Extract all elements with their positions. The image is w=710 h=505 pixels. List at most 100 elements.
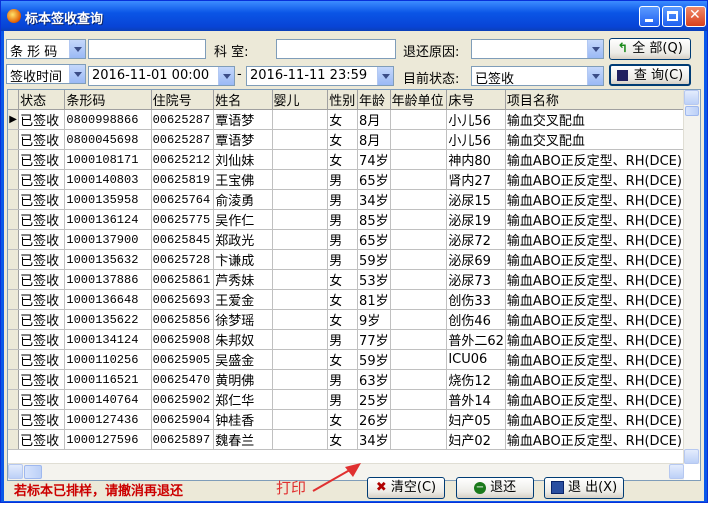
table-cell: 输血ABO正反定型、RH(DCE) [505,409,684,430]
all-button-label: 全 部(Q) [632,41,683,56]
scroll-down-button[interactable] [684,449,699,464]
all-button[interactable]: ↰ 全 部(Q) [609,38,691,60]
date-to-picker[interactable]: 2016-11-11 23:59 [246,66,394,86]
query-button[interactable]: 查 询(C) [609,64,691,86]
table-row[interactable]: 已签收 1000134124 00625908 朱邦奴 男 77岁 普外二62 输血ABO正反… [8,329,700,350]
row-indicator[interactable] [8,329,20,350]
chevron-down-icon[interactable] [69,40,85,58]
table-cell: 1000135958 [64,189,152,210]
exit-button[interactable]: 退 出(X) [544,477,624,499]
table-row[interactable]: 已签收 1000108171 00625212 刘仙妹 女 74岁 神内80 输血ABO正反定… [8,149,700,170]
column-header[interactable]: 性别 [327,90,359,110]
status-select[interactable]: 已签收 [471,66,604,86]
column-header[interactable]: 项目名称 [505,90,684,110]
table-cell: 1000116521 [64,369,152,390]
table-row[interactable]: 已签收 1000135632 00625728 卞谦成 男 59岁 泌尿69 输血ABO正反定… [8,249,700,270]
scroll-up-button[interactable] [684,90,699,105]
table-cell: 00625470 [151,369,215,390]
column-header[interactable]: 年龄 [357,90,391,110]
chevron-down-icon[interactable] [587,67,603,85]
table-row[interactable]: 已签收 1000137886 00625861 芦秀妹 女 53岁 泌尿73 输血ABO正反定… [8,269,700,290]
table-cell: 女 [327,309,359,330]
table-cell [272,289,329,310]
table-cell: 74岁 [357,149,391,170]
table-cell: 小儿56 [446,129,506,150]
table-row[interactable]: 已签收 1000135622 00625856 徐梦瑶 女 9岁 创伤46 输血ABO正反定型… [8,309,700,330]
return-button[interactable]: − 退还 [456,477,534,499]
barcode-type-select[interactable]: 条 形 码 [6,39,86,59]
row-indicator[interactable] [8,429,20,450]
row-indicator[interactable] [8,309,20,330]
date-from-picker[interactable]: 2016-11-01 00:00 [88,66,235,86]
column-header[interactable]: 年龄单位 [390,90,448,110]
column-header[interactable]: 条形码 [64,90,152,110]
app-icon [7,9,21,23]
vertical-scroll-thumb[interactable] [685,106,699,116]
minimize-button[interactable] [639,6,660,27]
chevron-down-icon[interactable] [377,67,393,85]
row-indicator[interactable] [8,389,20,410]
column-header[interactable]: 婴儿 [272,90,329,110]
minus-circle-icon: − [473,481,486,494]
return-reason-select[interactable] [471,39,604,59]
column-header[interactable]: 床号 [446,90,506,110]
row-indicator[interactable] [8,189,20,210]
table-cell: 男 [327,209,359,230]
table-row[interactable]: 已签收 1000127436 00625904 钟桂香 女 26岁 妇产05 输血ABO正反定… [8,409,700,430]
table-cell: 烧伤12 [446,369,506,390]
row-indicator[interactable] [8,369,20,390]
time-type-select[interactable]: 签收时间 [6,64,86,84]
table-cell: 吴作仁 [213,209,273,230]
table-cell: 女 [327,289,359,310]
results-grid[interactable]: 状态条形码住院号姓名婴儿性别年龄年龄单位床号项目名称金 ▶已签收08009988… [7,89,701,481]
table-cell: 00625693 [151,289,215,310]
table-row[interactable]: 已签收 1000110256 00625905 吴盛金 女 59岁 ICU06 输血ABO正反… [8,349,700,370]
row-indicator[interactable] [8,129,20,150]
table-row[interactable]: 已签收 1000140803 00625819 王宝佛 男 65岁 肾内27 输血ABO正反定… [8,169,700,190]
table-row[interactable]: ▶已签收080099886600625287覃语梦女8月小儿56输血交叉配血0 [8,109,700,130]
table-row[interactable]: 已签收 1000116521 00625470 黄明佛 男 63岁 烧伤12 输血ABO正反定… [8,369,700,390]
row-indicator[interactable] [8,249,20,270]
row-indicator[interactable] [8,289,20,310]
column-header[interactable]: 住院号 [151,90,215,110]
table-cell: 0800045698 [64,129,152,150]
table-cell [390,409,448,430]
row-indicator[interactable] [8,349,20,370]
column-header[interactable]: 状态 [18,90,66,110]
vertical-scrollbar[interactable] [683,90,700,464]
chevron-down-icon[interactable] [218,67,234,85]
row-indicator[interactable] [8,209,20,230]
status-label: 目前状态: [403,72,460,87]
row-indicator[interactable] [8,149,20,170]
table-row[interactable]: 已签收 1000136648 00625693 王爱金 女 81岁 创伤33 输血ABO正反定… [8,289,700,310]
title-bar[interactable]: 标本签收查询 [1,1,707,31]
results-table: 状态条形码住院号姓名婴儿性别年龄年龄单位床号项目名称金 ▶已签收08009988… [8,90,700,450]
row-indicator[interactable] [8,409,20,430]
table-header-row: 状态条形码住院号姓名婴儿性别年龄年龄单位床号项目名称金 [8,90,700,110]
chevron-down-icon[interactable] [587,40,603,58]
table-row[interactable]: 已签收 1000136124 00625775 吴作仁 男 85岁 泌尿19 输血ABO正反定… [8,209,700,230]
table-row[interactable]: 已签收 1000137900 00625845 郑政光 男 65岁 泌尿72 输血ABO正反定… [8,229,700,250]
table-row[interactable]: 已签收080004569800625287覃语梦女8月小儿56输血交叉配血0 [8,129,700,150]
current-row-pointer-icon[interactable]: ▶ [8,109,20,130]
clear-button[interactable]: ✖ 清空(C) [367,477,445,499]
table-cell: 女 [327,429,359,450]
table-body: ▶已签收080099886600625287覃语梦女8月小儿56输血交叉配血0已… [8,109,700,450]
time-type-value: 签收时间 [10,70,63,84]
date-to-value: 2016-11-11 23:59 [250,68,368,83]
column-header[interactable]: 姓名 [213,90,273,110]
dept-input[interactable] [276,39,396,59]
table-row[interactable]: 已签收 1000140764 00625902 郑仁华 男 25岁 普外14 输血ABO正反定… [8,389,700,410]
row-indicator[interactable] [8,169,20,190]
chevron-down-icon[interactable] [69,65,85,83]
table-cell [272,189,329,210]
row-indicator[interactable] [8,269,20,290]
barcode-input[interactable] [88,39,206,59]
row-indicator[interactable] [8,229,20,250]
maximize-button[interactable] [662,6,683,27]
close-button[interactable] [685,6,706,27]
table-row[interactable]: 已签收 1000127596 00625897 魏春兰 女 34岁 妇产02 输血ABO正反定… [8,429,700,450]
table-row[interactable]: 已签收 1000135958 00625764 俞淩勇 男 34岁 泌尿15 输血ABO正反定… [8,189,700,210]
table-cell [390,129,448,150]
table-cell: 泌尿69 [446,249,506,270]
